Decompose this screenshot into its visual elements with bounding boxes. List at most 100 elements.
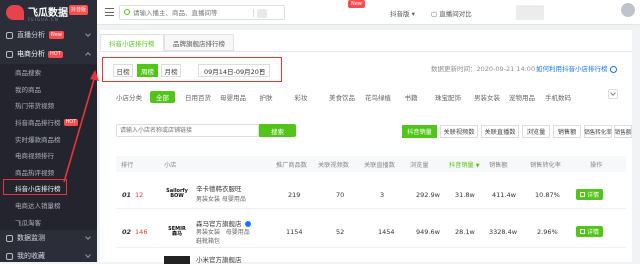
column-label: 抖音销量: [449, 162, 474, 169]
tab-shop-ranking[interactable]: 抖音小店排行榜: [100, 34, 164, 51]
detail-button[interactable]: 详情: [576, 226, 603, 237]
revenue-cell: 3328.4w: [489, 228, 518, 236]
tab-brand-ranking[interactable]: 品牌旗舰店排行榜: [164, 34, 234, 51]
category-books[interactable]: 书籍: [403, 91, 419, 103]
shop-search-field[interactable]: [116, 124, 259, 137]
table-row: 01 12 Sailorfy BOW 辛卡德韩衣服旺 男装女装 母婴用品 219 …: [116, 180, 626, 209]
category-all[interactable]: 全部: [150, 91, 175, 103]
shop-logo[interactable]: SEMIR 森马: [164, 221, 190, 243]
search-input[interactable]: [133, 7, 243, 18]
sidebar-item-influencer-sales[interactable]: 电商达人销量榜: [0, 197, 97, 214]
star-icon: [6, 252, 13, 260]
annotation-highlight-box: [3, 179, 67, 195]
category-plants[interactable]: 花鸟绿植: [363, 91, 393, 103]
nav-monitoring[interactable]: 数据监测: [0, 230, 97, 246]
global-search[interactable]: [119, 5, 285, 20]
lives-cell: 1454: [378, 228, 395, 236]
sidebar-item-product-ranking[interactable]: 抖音商品排行榜 HOT: [0, 114, 97, 131]
brand-logo[interactable]: 飞瓜数据 抖音版 FEIGUA.CN: [6, 3, 94, 25]
period-week-button[interactable]: 周榜: [137, 64, 158, 77]
column-revenue[interactable]: 销售额: [489, 160, 508, 169]
period-selector: 日榜 周榜 月榜 09月14日-09月20日: [102, 57, 282, 82]
column-conversion[interactable]: 销售转化率: [530, 160, 561, 169]
views-cell: 292.9w: [416, 191, 440, 199]
period-day-button[interactable]: 日榜: [113, 64, 133, 77]
cart-icon: [6, 50, 13, 58]
sort-label: 销售额: [557, 129, 577, 136]
detail-button[interactable]: 详情: [576, 189, 603, 200]
cat-text: 彩妆: [294, 94, 308, 102]
shop-name[interactable]: 森马官方旗舰店: [196, 218, 251, 228]
shop-name-text: 森马官方旗舰店: [196, 220, 242, 228]
period-month-button[interactable]: 月榜: [161, 64, 181, 77]
hot-badge: HOT: [63, 118, 79, 126]
shop-logo[interactable]: Sailorfy BOW: [164, 183, 190, 205]
divider: [253, 9, 254, 17]
sidebar-item-hot-videos[interactable]: 热门带货视频: [0, 97, 97, 114]
cat-text: 宠物用品: [509, 94, 535, 102]
category-makeup[interactable]: 彩妆: [293, 91, 309, 103]
category-baby[interactable]: 母婴用品: [218, 91, 248, 103]
shop-search-button[interactable]: 搜索: [259, 124, 296, 137]
chevron-down-icon[interactable]: [608, 89, 618, 99]
shop-search-input[interactable]: [117, 125, 258, 136]
sort-views[interactable]: 浏览量: [522, 125, 550, 138]
sort-video-count[interactable]: 关联视频数: [440, 125, 478, 138]
logo-mark-icon: [6, 5, 24, 20]
conversion-cell: 2.96%: [537, 228, 558, 236]
sort-douyin-sales[interactable]: 抖音销量: [402, 125, 437, 138]
tab-label: 抖音小店排行榜: [109, 39, 155, 48]
sub-label: 商品热评视频: [15, 168, 54, 177]
menu-icon[interactable]: [105, 8, 114, 16]
category-clothing[interactable]: 男装女装: [472, 91, 502, 103]
sidebar-item-video-ranking[interactable]: 电商视频排行: [0, 147, 97, 164]
sort-conversion[interactable]: 销售转化率: [584, 125, 612, 138]
shop-name[interactable]: 辛卡德韩衣服旺: [196, 183, 242, 193]
new-badge: New: [348, 0, 365, 8]
sort-live-count[interactable]: 关联直播数: [481, 125, 519, 138]
help-icon: [609, 65, 617, 73]
sidebar: 飞瓜数据 抖音版 FEIGUA.CN 直播分析 New 电商分析 HOT 商品搜…: [0, 0, 97, 262]
category-pets[interactable]: 宠物用品: [507, 91, 537, 103]
sidebar-item-my-products[interactable]: 我的商品: [0, 81, 97, 98]
column-lives[interactable]: 关联直播数: [364, 160, 395, 169]
sidebar-item-hot-comments[interactable]: 商品热评视频: [0, 164, 97, 181]
column-views[interactable]: 浏览量: [410, 160, 429, 169]
sub-label: 电商视频排行: [15, 152, 54, 161]
search-camera-icon[interactable]: [257, 9, 267, 18]
rank-cell: 01 12: [122, 191, 143, 199]
live-compare-link[interactable]: ▢ 直播间对比: [431, 8, 472, 18]
category-daily[interactable]: 日用百货: [183, 91, 213, 103]
column-douyin-sales[interactable]: 抖音销量 ▼: [449, 160, 480, 169]
category-skincare[interactable]: 护肤: [258, 91, 274, 103]
sidebar-item-taoke[interactable]: 飞瓜淘客: [0, 213, 97, 230]
category-food[interactable]: 美食饮品: [327, 91, 357, 103]
nav-label: 电商分析: [17, 50, 45, 58]
sort-label: 销售额: [614, 129, 632, 136]
sidebar-item-product-search[interactable]: 商品搜索: [0, 64, 97, 81]
category-digital[interactable]: 手机数码: [543, 91, 573, 103]
sort-revenue[interactable]: 销售额: [553, 125, 581, 138]
sort-label: 浏览量: [526, 129, 546, 136]
user-info[interactable]: [516, 5, 544, 20]
column-action: 操作: [590, 162, 603, 169]
nav-label: 数据监测: [17, 234, 45, 242]
chevron-down-icon: [85, 252, 91, 258]
column-products[interactable]: 推广商品数: [276, 160, 307, 169]
nav-ecommerce-analysis[interactable]: 电商分析 HOT: [0, 46, 97, 62]
shop-name[interactable]: 小米官方旗舰店: [196, 254, 242, 264]
column-videos[interactable]: 关联视频数: [318, 160, 349, 169]
sort-revenue-2[interactable]: 销售额: [614, 125, 632, 138]
cat-text: 母婴用品: [220, 94, 246, 102]
platform-select[interactable]: 抖音版 ▾: [390, 8, 415, 18]
date-range-select[interactable]: 09月14日-09月20日: [198, 64, 270, 77]
shop-logo[interactable]: [164, 256, 190, 264]
ecommerce-submenu: 商品搜索 我的商品 热门带货视频 抖音商品排行榜 HOT 实时爆款商品榜 电商视频…: [0, 64, 97, 230]
sidebar-item-realtime-hot[interactable]: 实时爆款商品榜: [0, 130, 97, 147]
nav-live-analysis[interactable]: 直播分析 New: [0, 27, 97, 43]
avatar[interactable]: [621, 3, 635, 17]
rank-cell: 02 146: [122, 228, 147, 236]
category-jewelry[interactable]: 珠宝配饰: [433, 91, 463, 103]
top-bar: New 抖音版 ▾ ▢ 直播间对比: [97, 0, 640, 25]
help-link[interactable]: 如何利用抖音小店排行榜: [536, 63, 617, 73]
